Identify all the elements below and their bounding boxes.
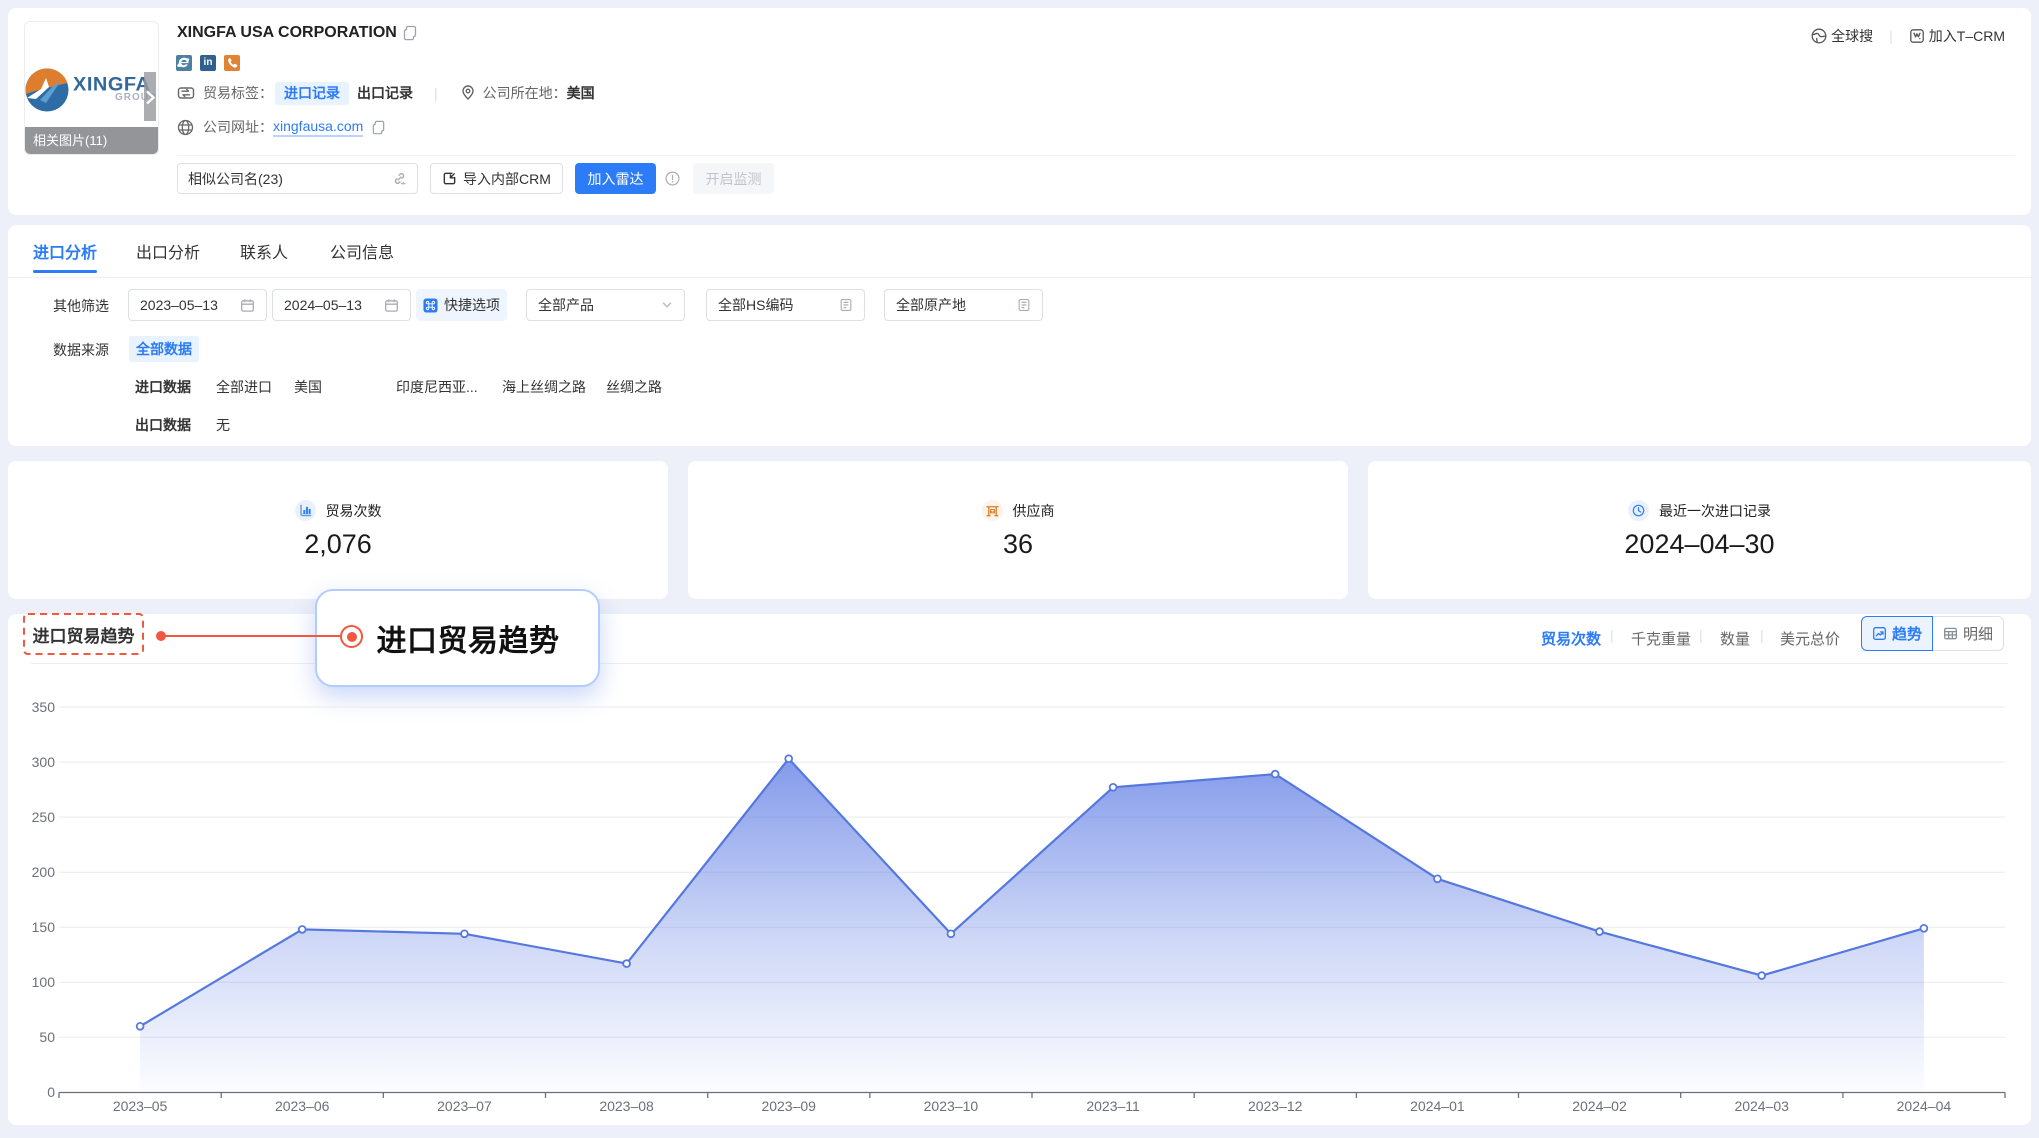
svg-text:0: 0 [47,1084,55,1100]
svg-text:200: 200 [32,864,56,880]
svg-text:2023–07: 2023–07 [437,1098,492,1114]
svg-text:350: 350 [32,699,56,715]
svg-text:150: 150 [32,919,56,935]
svg-text:250: 250 [32,809,56,825]
svg-text:50: 50 [39,1029,55,1045]
svg-text:2023–08: 2023–08 [599,1098,654,1114]
svg-text:2024–02: 2024–02 [1572,1098,1627,1114]
svg-text:100: 100 [32,974,56,990]
svg-text:2023–06: 2023–06 [275,1098,330,1114]
svg-text:2024–04: 2024–04 [1897,1098,1952,1114]
svg-text:2024–01: 2024–01 [1410,1098,1465,1114]
svg-text:2023–09: 2023–09 [761,1098,816,1114]
svg-text:2023–10: 2023–10 [924,1098,979,1114]
svg-text:2023–11: 2023–11 [1086,1098,1140,1114]
svg-text:2023–05: 2023–05 [113,1098,168,1114]
svg-text:300: 300 [32,754,56,770]
svg-text:2024–03: 2024–03 [1734,1098,1789,1114]
svg-text:2023–12: 2023–12 [1248,1098,1303,1114]
